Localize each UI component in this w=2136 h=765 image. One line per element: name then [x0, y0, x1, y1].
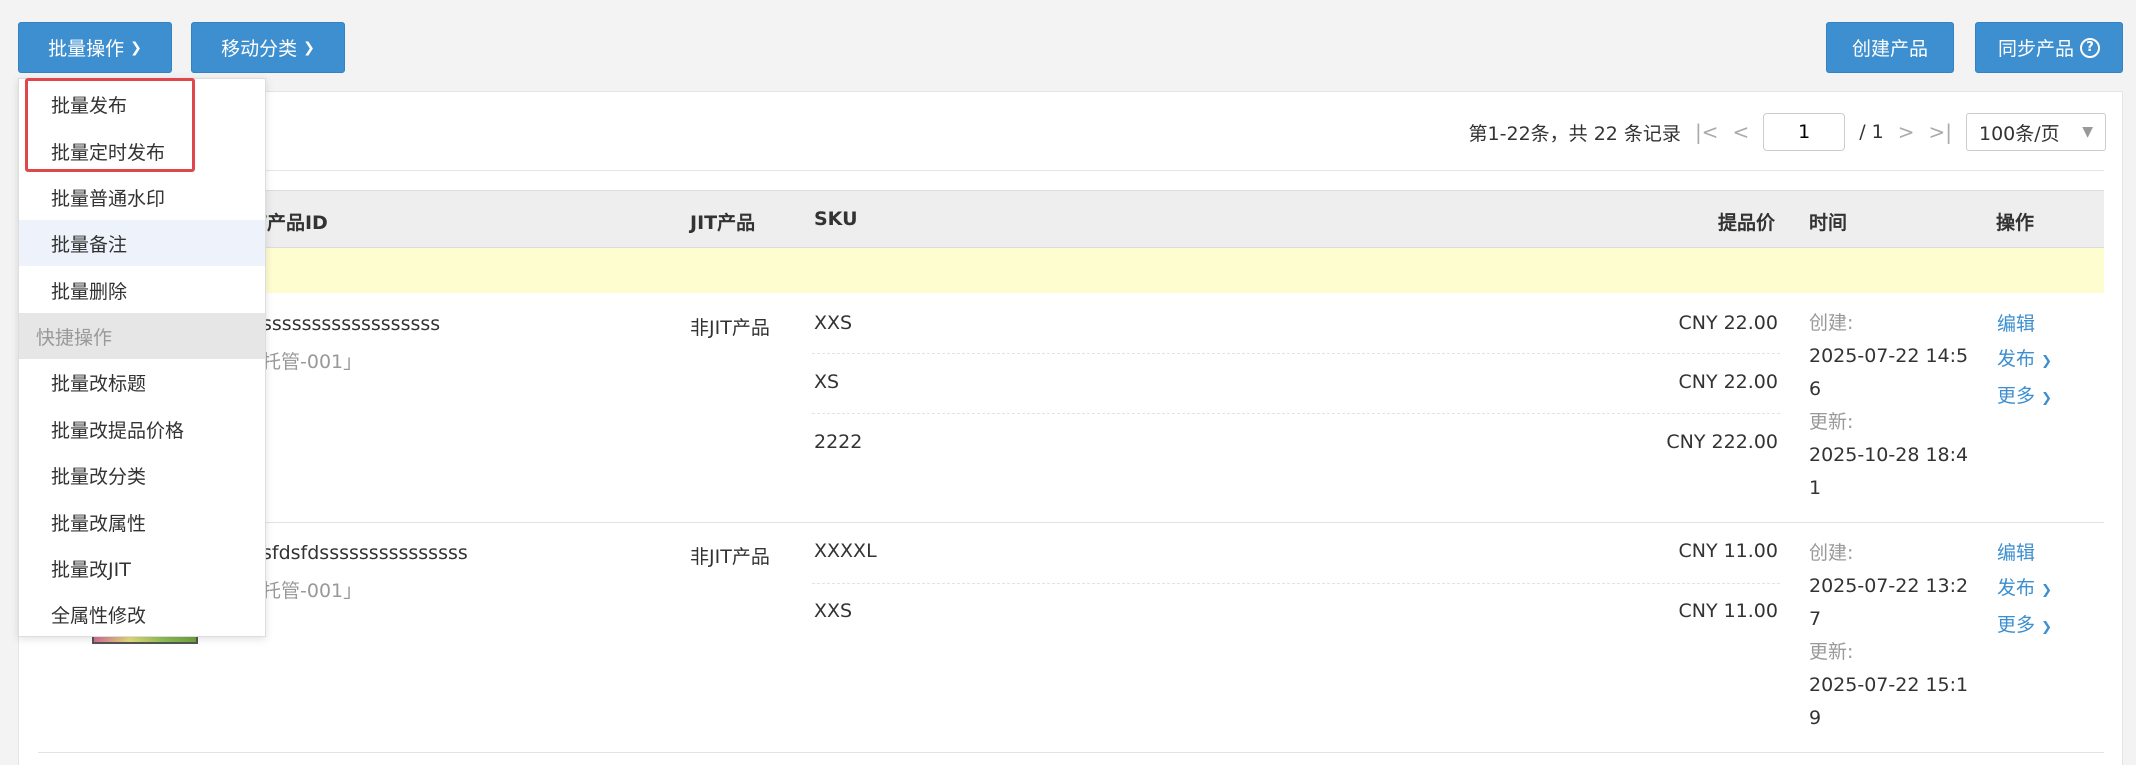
sku-price: CNY 11.00 — [1678, 600, 1778, 622]
header-sku: SKU — [814, 208, 858, 230]
chevron-down-icon: ❯ — [2041, 620, 2052, 635]
last-page-icon[interactable]: >| — [1929, 120, 1953, 144]
menu-item-batch-edit-title[interactable]: 批量改标题 — [19, 359, 265, 405]
jit-status: 非JIT产品 — [690, 546, 770, 568]
publish-dropdown[interactable]: 发布 ❯ — [1997, 342, 2052, 379]
product-subtitle: 托管-001」 — [262, 580, 363, 602]
created-time-wrap: 7 — [1809, 608, 1822, 630]
updated-time: 2025-07-22 15:1 — [1809, 674, 1969, 696]
menu-item-batch-delete[interactable]: 批量删除 — [19, 267, 265, 313]
updated-time-wrap: 1 — [1809, 477, 1822, 499]
chevron-down-icon: ❯ — [2041, 391, 2052, 406]
product-title[interactable]: sfdsfdsssssssssssssss — [262, 542, 468, 564]
sku-divider — [812, 583, 1780, 584]
caret-down-icon: ▼ — [2082, 124, 2093, 140]
product-title[interactable]: ssssssssssssssssss — [262, 313, 440, 335]
more-dropdown[interactable]: 更多 ❯ — [1997, 379, 2052, 416]
menu-item-batch-edit-price[interactable]: 批量改提品价格 — [19, 406, 265, 452]
sku-code: XXS — [814, 600, 853, 622]
divider — [38, 170, 2104, 171]
chevron-down-icon: ❯ — [2041, 583, 2052, 598]
menu-section-quick-ops: 快捷操作 — [19, 313, 265, 359]
sku-code: 2222 — [814, 431, 863, 453]
publish-label: 发布 — [1997, 348, 2036, 370]
product-subtitle: 托管-001」 — [262, 351, 363, 373]
created-label: 创建: — [1809, 312, 1854, 334]
header-price: 提品价 — [1718, 212, 1776, 234]
more-label: 更多 — [1997, 614, 2036, 636]
page-size-select[interactable]: 100条/页 ▼ — [1966, 113, 2106, 151]
chevron-down-icon: ❯ — [2041, 354, 2052, 369]
header-ops: 操作 — [1996, 212, 2035, 234]
row-divider — [38, 522, 2104, 523]
publish-label: 发布 — [1997, 577, 2036, 599]
page-size-value: 100条/页 — [1979, 122, 2060, 145]
sku-code: XXXXL — [814, 540, 877, 562]
page-number-input[interactable] — [1763, 113, 1846, 151]
time-cell: 创建: 2025-07-22 14:5 6 更新: 2025-10-28 18:… — [1809, 307, 1984, 505]
table-header: /产品ID JIT产品 SKU 提品价 时间 操作 — [38, 190, 2104, 248]
created-time: 2025-07-22 13:2 — [1809, 575, 1969, 597]
batch-operations-button[interactable]: 批量操作 ❯ — [18, 22, 172, 73]
menu-item-batch-edit-attributes[interactable]: 批量改属性 — [19, 499, 265, 545]
create-product-label: 创建产品 — [1851, 38, 1928, 60]
menu-item-batch-edit-category[interactable]: 批量改分类 — [19, 452, 265, 498]
sku-price: CNY 22.00 — [1678, 312, 1778, 334]
menu-item-batch-scheduled-publish[interactable]: 批量定时发布 — [19, 128, 265, 174]
move-category-label: 移动分类 — [221, 38, 298, 60]
ops-cell: 编辑 发布 ❯ 更多 ❯ — [1997, 536, 2052, 645]
help-icon[interactable]: ? — [2080, 37, 2100, 58]
sku-price: CNY 11.00 — [1678, 540, 1778, 562]
menu-item-batch-note[interactable]: 批量备注 — [19, 220, 265, 266]
create-product-button[interactable]: 创建产品 — [1826, 22, 1954, 73]
prev-page-icon[interactable]: < — [1732, 120, 1749, 144]
time-cell: 创建: 2025-07-22 13:2 7 更新: 2025-07-22 15:… — [1809, 537, 1984, 735]
updated-time-wrap: 9 — [1809, 707, 1822, 729]
sku-divider — [812, 413, 1780, 414]
menu-item-batch-watermark[interactable]: 批量普通水印 — [19, 174, 265, 220]
header-product-id: /产品ID — [260, 212, 328, 234]
created-time-wrap: 6 — [1809, 378, 1822, 400]
chevron-down-icon: ❯ — [130, 39, 142, 56]
ops-cell: 编辑 发布 ❯ 更多 ❯ — [1997, 307, 2052, 416]
updated-label: 更新: — [1809, 641, 1854, 663]
header-jit: JIT产品 — [690, 212, 756, 234]
page-total: / 1 — [1859, 121, 1884, 143]
first-page-icon[interactable]: |< — [1695, 120, 1719, 144]
notice-bar — [38, 248, 2104, 293]
created-time: 2025-07-22 14:5 — [1809, 345, 1969, 367]
menu-item-batch-publish[interactable]: 批量发布 — [19, 81, 265, 127]
chevron-down-icon: ❯ — [303, 39, 315, 56]
edit-link[interactable]: 编辑 — [1997, 307, 2052, 342]
menu-item-all-attributes-edit[interactable]: 全属性修改 — [19, 591, 265, 637]
sku-price: CNY 22.00 — [1678, 371, 1778, 393]
header-time: 时间 — [1809, 212, 1848, 234]
more-label: 更多 — [1997, 385, 2036, 407]
created-label: 创建: — [1809, 542, 1854, 564]
jit-status: 非JIT产品 — [690, 317, 770, 339]
sync-product-label: 同步产品 — [1997, 38, 2074, 60]
sku-price: CNY 222.00 — [1666, 431, 1778, 453]
sku-code: XXS — [814, 312, 853, 334]
pagination-summary: 第1-22条，共 22 条记录 — [1468, 122, 1681, 145]
more-dropdown[interactable]: 更多 ❯ — [1997, 608, 2052, 645]
updated-time: 2025-10-28 18:4 — [1809, 444, 1969, 466]
sku-code: XS — [814, 371, 840, 393]
move-category-button[interactable]: 移动分类 ❯ — [191, 22, 345, 73]
batch-operations-label: 批量操作 — [48, 38, 125, 60]
row-divider — [38, 752, 2104, 753]
edit-link[interactable]: 编辑 — [1997, 536, 2052, 571]
batch-operations-menu: 批量发布 批量定时发布 批量普通水印 批量备注 批量删除 快捷操作 批量改标题 … — [18, 78, 266, 637]
sku-divider — [812, 353, 1780, 354]
pagination: 第1-22条，共 22 条记录 |< < / 1 > >| 100条/页 ▼ — [1469, 112, 2106, 152]
publish-dropdown[interactable]: 发布 ❯ — [1997, 571, 2052, 608]
menu-item-batch-edit-jit[interactable]: 批量改JIT — [19, 545, 265, 591]
next-page-icon[interactable]: > — [1898, 120, 1915, 144]
updated-label: 更新: — [1809, 411, 1854, 433]
sync-product-button[interactable]: 同步产品 ? — [1975, 22, 2123, 73]
